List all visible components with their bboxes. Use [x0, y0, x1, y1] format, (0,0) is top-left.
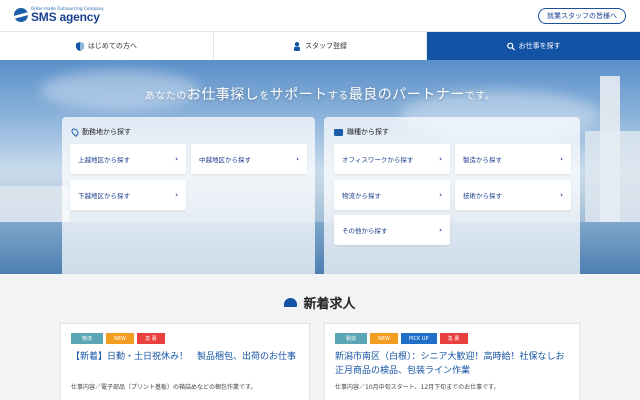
staff-button[interactable]: 就業スタッフの皆様へ: [538, 8, 626, 24]
job-button-technical[interactable]: 技術から探す ›: [455, 180, 571, 210]
job-card-tags: 製造 NEW PICK UP 急 募: [335, 333, 468, 344]
new-tag: NEW: [370, 333, 398, 344]
tab-find-jobs-label: お仕事を探す: [518, 42, 561, 50]
job-card[interactable]: 物流 NEW 急 募 【新着】日勤・土日祝休み！ 製品梱包、出荷のお仕事 仕事内…: [60, 323, 310, 400]
tab-find-jobs[interactable]: お仕事を探す: [427, 32, 640, 60]
person-icon: [294, 41, 300, 51]
job-card-tags: 物流 NEW 急 募: [71, 333, 165, 344]
logo-mark-icon: [14, 8, 28, 22]
tab-staff-register[interactable]: スタッフ登録: [214, 32, 428, 60]
category-tag: 製造: [335, 333, 367, 344]
new-tag: NEW: [106, 333, 134, 344]
area-search-panel: 勤務地から探す 上越地区から探す › 中越地区から探す › 下越地区から探す ›: [62, 117, 315, 274]
map-pin-icon: [70, 127, 80, 137]
new-jobs-title: 新着求人: [303, 297, 356, 312]
job-panel-title: 職種から探す: [347, 128, 389, 136]
job-button-manufacturing[interactable]: 製造から探す ›: [455, 144, 571, 174]
tab-first-time-label: はじめての方へ: [87, 42, 137, 50]
urgent-tag: 急 募: [137, 333, 165, 344]
chevron-right-icon: ›: [439, 155, 442, 163]
chevron-right-icon: ›: [175, 191, 178, 199]
job-card-title[interactable]: 新潟市南区（白根）：シニア大歓迎！高時給！社保なしお正月商品の検品、包装ライン作…: [335, 350, 569, 378]
cap-icon: [284, 298, 298, 307]
job-card-desc: 仕事内容／10月中旬スタート、12月下旬までのお仕事です。: [335, 384, 500, 391]
site-header: Order-made Outsourcing Company SMS agenc…: [0, 0, 640, 31]
pickup-tag: PICK UP: [401, 333, 437, 344]
chevron-right-icon: ›: [560, 155, 563, 163]
hero-building: [0, 186, 70, 226]
logo[interactable]: Order-made Outsourcing Company SMS agenc…: [14, 6, 104, 24]
tab-first-time[interactable]: はじめての方へ: [0, 32, 214, 60]
job-card-desc2: [335, 394, 569, 400]
shield-icon: [75, 41, 84, 51]
job-card[interactable]: 製造 NEW PICK UP 急 募 新潟市南区（白根）：シニア大歓迎！高時給！…: [324, 323, 580, 400]
chevron-right-icon: ›: [175, 155, 178, 163]
hero-tagline: あなたのお仕事探しをサポートする最良のパートナーです。: [144, 87, 496, 103]
area-button-chuetsu[interactable]: 中越地区から探す ›: [191, 144, 307, 174]
job-button-office[interactable]: オフィスワークから探す ›: [334, 144, 450, 174]
job-button-logistics[interactable]: 物流から探す ›: [334, 180, 450, 210]
job-button-other[interactable]: その他から探す ›: [334, 215, 450, 245]
search-icon: [506, 42, 515, 50]
briefcase-icon: [334, 128, 343, 136]
chevron-right-icon: ›: [560, 191, 563, 199]
chevron-right-icon: ›: [296, 155, 299, 163]
urgent-tag: 急 募: [439, 333, 468, 344]
logo-name: SMS agency: [31, 10, 100, 24]
job-card-desc2: [71, 394, 299, 400]
job-type-search-panel: 職種から探す オフィスワークから探す › 製造から探す › 物流から探す › 技術から…: [324, 117, 580, 274]
category-tag: 物流: [71, 333, 103, 344]
job-card-desc: 仕事内容／電子部品（プリント基板）の箱詰めなどの梱包作業です。: [71, 384, 257, 391]
new-jobs-section: 新着求人 物流 NEW 急 募 【新着】日勤・土日祝休み！ 製品梱包、出荷のお仕…: [0, 274, 640, 400]
area-button-kaetsu[interactable]: 下越地区から探す ›: [70, 180, 186, 210]
hero-section: あなたのお仕事探しをサポートする最良のパートナーです。 勤務地から探す 上越地区…: [0, 60, 640, 274]
area-panel-title: 勤務地から探す: [82, 128, 131, 136]
main-nav: はじめての方へ スタッフ登録 お仕事を探す: [0, 31, 640, 60]
chevron-right-icon: ›: [439, 191, 442, 199]
chevron-right-icon: ›: [439, 226, 442, 234]
area-button-joetsu[interactable]: 上越地区から探す ›: [70, 144, 186, 174]
job-card-title[interactable]: 【新着】日勤・土日祝休み！ 製品梱包、出荷のお仕事: [71, 350, 299, 364]
tab-staff-register-label: スタッフ登録: [305, 42, 347, 50]
